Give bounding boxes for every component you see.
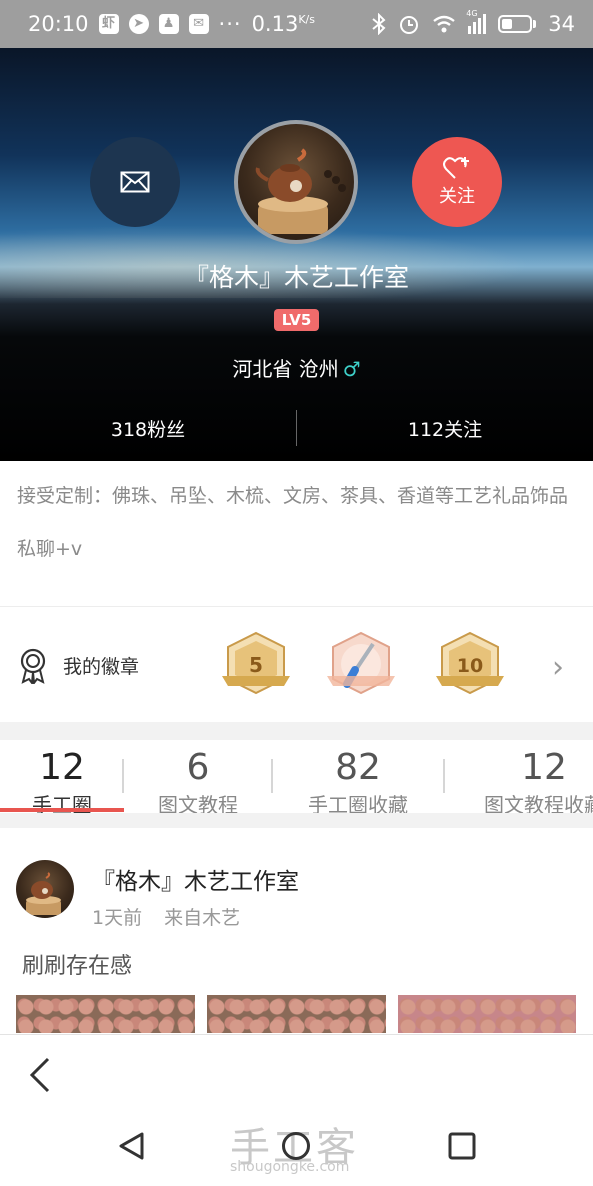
signal-label: 4G (466, 9, 478, 18)
tab-tutorial-favorites[interactable]: 12 图文教程收藏 (444, 744, 593, 813)
male-gender-icon: ♂ (342, 357, 361, 381)
post-image[interactable] (207, 995, 386, 1033)
tab-label: 图文教程收藏 (484, 793, 593, 813)
envelope-icon (120, 171, 150, 193)
medal-icon (20, 648, 46, 684)
tab-handicraft-circle[interactable]: 12 手工圈 (0, 744, 124, 813)
level-10-badge[interactable]: 10 (432, 630, 508, 700)
following-count[interactable]: 112关注 (297, 415, 593, 442)
screwdriver-badge[interactable] (323, 630, 399, 700)
notification-icon: ♟ (158, 14, 179, 34)
post-time: 1天前 (92, 907, 143, 929)
my-badges-label: 我的徽章 (63, 656, 140, 678)
post-image[interactable] (16, 995, 195, 1033)
follow-button[interactable]: 关注 (412, 137, 502, 227)
tab-label: 图文教程 (158, 793, 238, 813)
signal-icon: 4G (466, 9, 487, 34)
network-speed: 0.13K/s (252, 12, 315, 36)
active-tab-indicator (0, 808, 124, 812)
tab-tutorials[interactable]: 6 图文教程 (124, 744, 272, 813)
back-arrow-icon[interactable] (26, 1055, 56, 1095)
level-badge: LV5 (274, 309, 319, 331)
level-5-badge[interactable]: 5 (218, 630, 294, 700)
nav-back-icon[interactable] (117, 1131, 147, 1161)
teapot-avatar-image (255, 148, 346, 234)
watermark-url: shougongke.com (230, 1159, 350, 1175)
post-text[interactable]: 刷刷存在感 (22, 948, 132, 980)
profile-avatar[interactable] (234, 120, 358, 244)
post-meta: 1天前 来自木艺 (92, 903, 240, 930)
post-image[interactable] (398, 995, 576, 1033)
status-time: 20:10 (28, 12, 89, 36)
more-notifications-icon: ··· (218, 12, 242, 36)
fans-count[interactable]: 318粉丝 (0, 415, 296, 442)
content-tabs: 12 手工圈 6 图文教程 82 手工圈收藏 12 图文教程收藏 (0, 740, 593, 813)
profile-header: 关注 『格木』木艺工作室 LV5 河北省 沧州 ♂ 318粉丝 112关注 (0, 48, 593, 461)
profile-bio: 接受定制：佛珠、吊坠、木梳、文房、茶具、香道等工艺礼品饰品 (17, 485, 569, 507)
profile-location: 河北省 沧州 ♂ (0, 353, 593, 382)
battery-icon (498, 15, 537, 33)
network-speed-value: 0.13 (251, 12, 299, 36)
status-left: 20:10 虾 ➤ ♟ ✉ ··· 0.13K/s (28, 12, 315, 36)
divider (0, 606, 593, 607)
bottom-bar: 手工客 shougongke.com (0, 1034, 593, 1186)
nav-home-icon[interactable] (281, 1131, 311, 1161)
post-source[interactable]: 来自木艺 (164, 907, 240, 929)
my-badges-row[interactable]: 我的徽章 5 10 › (0, 608, 593, 722)
status-right: 4G 34 (372, 9, 575, 36)
teapot-avatar-image (26, 872, 61, 915)
profile-bio-contact: 私聊+v (17, 538, 83, 560)
section-gap (0, 813, 593, 828)
post-author-name[interactable]: 『格木』木艺工作室 (92, 862, 299, 896)
follow-label: 关注 (439, 186, 475, 207)
status-bar: 20:10 虾 ➤ ♟ ✉ ··· 0.13K/s 4G 34 (0, 0, 593, 48)
bluetooth-icon (372, 13, 386, 35)
location-text: 河北省 沧州 (232, 357, 339, 381)
battery-level: 34 (548, 12, 575, 36)
tab-label: 手工圈收藏 (308, 793, 408, 813)
tab-circle-favorites[interactable]: 82 手工圈收藏 (272, 744, 444, 813)
wifi-icon (433, 15, 456, 33)
section-gap (0, 722, 593, 740)
message-button[interactable] (90, 137, 180, 227)
mail-icon: ✉ (188, 14, 209, 34)
profile-stats: 318粉丝 112关注 (0, 408, 593, 448)
badge-5-label: 5 (249, 653, 263, 677)
tab-count: 12 (521, 747, 567, 788)
heart-plus-icon (443, 157, 469, 179)
profile-name: 『格木』木艺工作室 (183, 263, 409, 292)
shrimp-app-icon: 虾 (98, 14, 119, 34)
tab-count: 82 (335, 747, 381, 788)
badge-10-label: 10 (457, 655, 483, 677)
alarm-icon (400, 16, 419, 34)
nav-recents-icon[interactable] (447, 1131, 477, 1161)
chevron-right-icon[interactable]: › (552, 650, 564, 685)
tab-count: 6 (186, 747, 210, 788)
tab-count: 12 (39, 747, 85, 788)
network-speed-unit: K/s (298, 13, 315, 26)
post-images (16, 995, 576, 1033)
compass-app-icon: ➤ (128, 14, 149, 34)
post-author-avatar[interactable] (16, 860, 74, 918)
